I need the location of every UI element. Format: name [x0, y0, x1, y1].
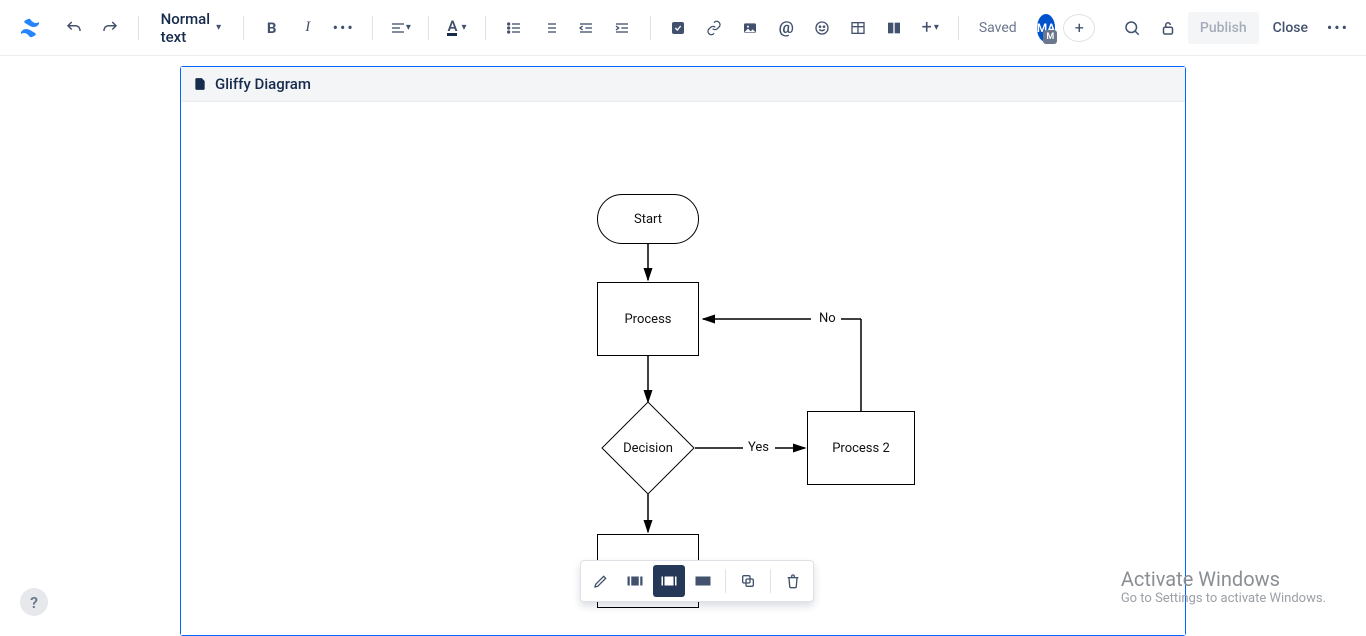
text-color-dropdown[interactable]: A ▾: [441, 12, 473, 44]
chevron-down-icon: ▾: [216, 22, 221, 33]
table-button[interactable]: [842, 12, 874, 44]
width-wide-button[interactable]: [653, 565, 685, 597]
toolbar-divider: [372, 16, 373, 40]
flowchart-decision-node[interactable]: Decision: [601, 405, 695, 491]
editor-toolbar: Normal text ▾ B I ••• ▾ A ▾ @: [0, 0, 1366, 56]
process-label: Process: [624, 312, 671, 327]
toolbar-divider: [428, 16, 429, 40]
page-scroll-area[interactable]: Gliffy Diagram: [0, 56, 1366, 636]
text-style-dropdown[interactable]: Normal text ▾: [151, 12, 231, 44]
action-item-button[interactable]: [662, 12, 694, 44]
flowchart-process-node[interactable]: Process: [597, 282, 699, 356]
edge-yes-label: Yes: [744, 440, 773, 455]
toolbar-divider: [138, 16, 139, 40]
process2-label: Process 2: [832, 441, 890, 456]
close-button[interactable]: Close: [1263, 12, 1318, 44]
gliffy-macro-panel[interactable]: Gliffy Diagram: [180, 66, 1186, 636]
more-formatting-button[interactable]: •••: [328, 12, 360, 44]
flowchart-start-node[interactable]: Start: [597, 194, 699, 244]
confluence-logo-icon: [18, 15, 42, 41]
find-replace-button[interactable]: [1116, 12, 1148, 44]
width-center-button[interactable]: [619, 565, 651, 597]
decision-label: Decision: [623, 441, 673, 456]
mini-divider: [770, 569, 771, 593]
indent-button[interactable]: [606, 12, 638, 44]
mini-divider: [725, 569, 726, 593]
more-actions-button[interactable]: •••: [1322, 12, 1354, 44]
align-dropdown[interactable]: ▾: [384, 12, 416, 44]
publish-button: Publish: [1188, 12, 1259, 44]
help-icon: ?: [30, 593, 38, 612]
chevron-down-icon: ▾: [461, 22, 466, 33]
chevron-down-icon: ▾: [934, 22, 939, 33]
bullet-list-button[interactable]: [498, 12, 530, 44]
invite-button[interactable]: +: [1063, 14, 1095, 42]
avatar[interactable]: MA M: [1037, 14, 1056, 42]
chevron-down-icon: ▾: [406, 22, 411, 33]
delete-macro-button[interactable]: [777, 565, 809, 597]
redo-button[interactable]: [94, 12, 126, 44]
emoji-button[interactable]: [806, 12, 838, 44]
image-button[interactable]: [734, 12, 766, 44]
toolbar-divider: [650, 16, 651, 40]
mention-button[interactable]: @: [770, 12, 802, 44]
edit-macro-button[interactable]: [585, 565, 617, 597]
text-style-label: Normal text: [161, 10, 210, 46]
gliffy-diagram-canvas[interactable]: Start Process Decision Process 2 Yes No: [181, 102, 1185, 635]
width-full-button[interactable]: [687, 565, 719, 597]
toolbar-divider: [958, 16, 959, 40]
document-icon: [193, 76, 207, 92]
restrictions-button[interactable]: [1152, 12, 1184, 44]
layouts-button[interactable]: [878, 12, 910, 44]
macro-floating-toolbar: [580, 560, 814, 602]
outdent-button[interactable]: [570, 12, 602, 44]
italic-button[interactable]: I: [292, 12, 324, 44]
bold-button[interactable]: B: [256, 12, 288, 44]
undo-button[interactable]: [58, 12, 90, 44]
link-button[interactable]: [698, 12, 730, 44]
toolbar-divider: [243, 16, 244, 40]
gliffy-macro-header: Gliffy Diagram: [181, 67, 1185, 102]
help-button[interactable]: ?: [20, 588, 48, 616]
copy-macro-button[interactable]: [732, 565, 764, 597]
insert-dropdown[interactable]: + ▾: [914, 12, 946, 44]
start-label: Start: [634, 212, 662, 227]
numbered-list-button[interactable]: [534, 12, 566, 44]
close-label: Close: [1273, 20, 1308, 36]
toolbar-divider: [485, 16, 486, 40]
gliffy-title: Gliffy Diagram: [215, 75, 311, 93]
saved-status: Saved: [971, 20, 1025, 36]
avatar-badge: M: [1043, 30, 1057, 44]
flowchart-process2-node[interactable]: Process 2: [807, 411, 915, 485]
publish-label: Publish: [1200, 20, 1247, 36]
edge-no-label: No: [815, 311, 840, 326]
